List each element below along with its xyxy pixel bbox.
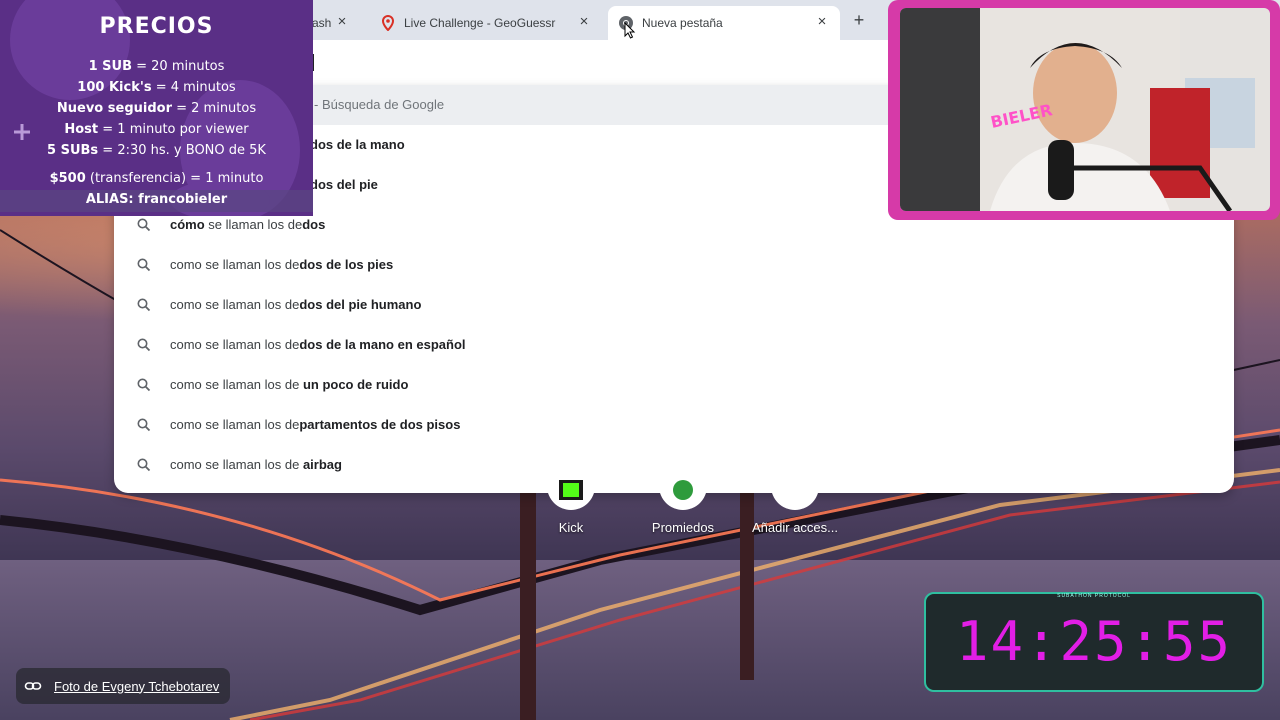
- tab-geoguessr[interactable]: Live Challenge - GeoGuessr ×: [370, 6, 602, 40]
- suggestion-bold: airbag: [302, 457, 342, 472]
- price-value: = 2 minutos: [171, 101, 257, 116]
- suggestion-bold: un poco de ruido: [302, 377, 409, 392]
- price-item: $500: [49, 171, 86, 186]
- price-row: 5 SUBs = 2:30 hs. y BONO de 5K: [0, 143, 313, 158]
- search-icon: [137, 338, 151, 352]
- suggestion-item[interactable]: como se llaman los de un poco de ruido: [114, 365, 1234, 405]
- suggestion-bold: dos de la mano: [310, 137, 405, 152]
- suggestion-bold: dos del pie humano: [299, 297, 422, 312]
- location-pin-icon: [380, 15, 396, 31]
- price-row: 1 SUB = 20 minutos: [0, 59, 313, 74]
- price-value: = 2:30 hs. y BONO de 5K: [98, 143, 266, 158]
- suggestion-prefix: se llaman los de: [204, 217, 303, 232]
- shortcut-label: Promiedos: [651, 520, 715, 535]
- price-item: Nuevo seguidor: [56, 101, 172, 116]
- alias-row: ALIAS: francobieler: [0, 190, 313, 212]
- timer-value: 14:25:55: [955, 610, 1233, 673]
- price-value: = 1 minuto por viewer: [98, 122, 249, 137]
- search-icon: [137, 378, 151, 392]
- webcam-feed: BIELER: [900, 8, 1270, 211]
- price-value: (transferencia) = 1 minuto: [85, 171, 264, 186]
- suggestion-bold: dos: [302, 217, 326, 232]
- timer-label: SUBATHON PROTOCOL: [1057, 593, 1131, 599]
- close-tab-icon[interactable]: ×: [334, 14, 350, 30]
- price-row: $500 (transferencia) = 1 minuto: [0, 171, 313, 186]
- suggestion-item[interactable]: como se llaman los dedos del pie humano: [114, 285, 1234, 325]
- price-item: ALIAS: francobieler: [85, 192, 228, 207]
- suggestion-prefix: como se llaman los de: [170, 337, 300, 352]
- link-icon: [24, 682, 42, 690]
- subathon-timer: SUBATHON PROTOCOL 14:25:55: [924, 592, 1264, 692]
- price-row: Nuevo seguidor = 2 minutos: [0, 101, 313, 116]
- shortcut-add[interactable]: Añadir acces...: [745, 470, 845, 535]
- suggestion-prefix: como se llaman los de: [170, 417, 300, 432]
- text-caret: [313, 54, 314, 71]
- price-item: 5 SUBs: [47, 143, 99, 158]
- shortcut-promiedos[interactable]: Promiedos: [633, 470, 733, 535]
- close-tab-icon[interactable]: ×: [814, 14, 830, 30]
- photo-credit[interactable]: Foto de Evgeny Tchebotarev: [16, 668, 230, 704]
- close-tab-icon[interactable]: ×: [576, 14, 592, 30]
- photo-credit-link[interactable]: Foto de Evgeny Tchebotarev: [54, 679, 219, 694]
- shortcut-label: Kick: [558, 520, 584, 535]
- suggestion-prefix: como se llaman los de: [170, 257, 300, 272]
- webcam-frame: BIELER: [888, 0, 1280, 220]
- search-icon: [137, 418, 151, 432]
- suggestion-prefix: como se llaman los de: [170, 377, 303, 392]
- suggestion-bold: dos de los pies: [299, 257, 394, 272]
- shortcut-label: Añadir acces...: [752, 520, 838, 535]
- price-item: Host: [64, 122, 99, 137]
- suggestion-bold: dos del pie: [310, 177, 378, 192]
- price-row: Host = 1 minuto por viewer: [0, 122, 313, 137]
- search-icon: [137, 298, 151, 312]
- prices-title: PRECIOS: [99, 14, 214, 39]
- tab-title: Nueva pestaña: [642, 16, 723, 30]
- tab-new-tab[interactable]: Nueva pestaña ×: [608, 6, 840, 40]
- suggestion-bold: partamentos de dos pisos: [299, 417, 461, 432]
- price-row: 100 Kick's = 4 minutos: [0, 80, 313, 95]
- price-value: = 20 minutos: [131, 59, 225, 74]
- suggestion-prefix: como se llaman los de: [170, 457, 303, 472]
- new-tab-button[interactable]: +: [849, 10, 869, 30]
- price-item: 1 SUB: [88, 59, 132, 74]
- tab-title: ash: [312, 16, 332, 30]
- promiedos-icon: [659, 470, 707, 510]
- suggestion-bold: dos de la mano en español: [299, 337, 466, 352]
- kick-icon: [547, 470, 595, 510]
- mouse-cursor-icon: [624, 22, 636, 39]
- suggestion-item[interactable]: como se llaman los dedos de los pies: [114, 245, 1234, 285]
- shortcut-kick[interactable]: Kick: [521, 470, 621, 535]
- tab-title: Live Challenge - GeoGuessr: [404, 16, 556, 30]
- suggestion-item[interactable]: como se llaman los dedos de la mano en e…: [114, 325, 1234, 365]
- search-icon: [137, 258, 151, 272]
- search-icon: [137, 218, 151, 232]
- price-value: = 4 minutos: [151, 80, 236, 95]
- plus-icon: [771, 470, 819, 510]
- suggestion-bold: cómo: [170, 217, 205, 232]
- prices-overlay: PRECIOS 1 SUB = 20 minutos 100 Kick's = …: [0, 0, 313, 216]
- price-item: 100 Kick's: [77, 80, 152, 95]
- suggestion-prefix: como se llaman los de: [170, 297, 300, 312]
- streamer-video: BIELER: [900, 8, 1255, 211]
- search-icon: [137, 458, 151, 472]
- suggestion-item[interactable]: como se llaman los departamentos de dos …: [114, 405, 1234, 445]
- suggestion-suffix: - Búsqueda de Google: [314, 97, 445, 112]
